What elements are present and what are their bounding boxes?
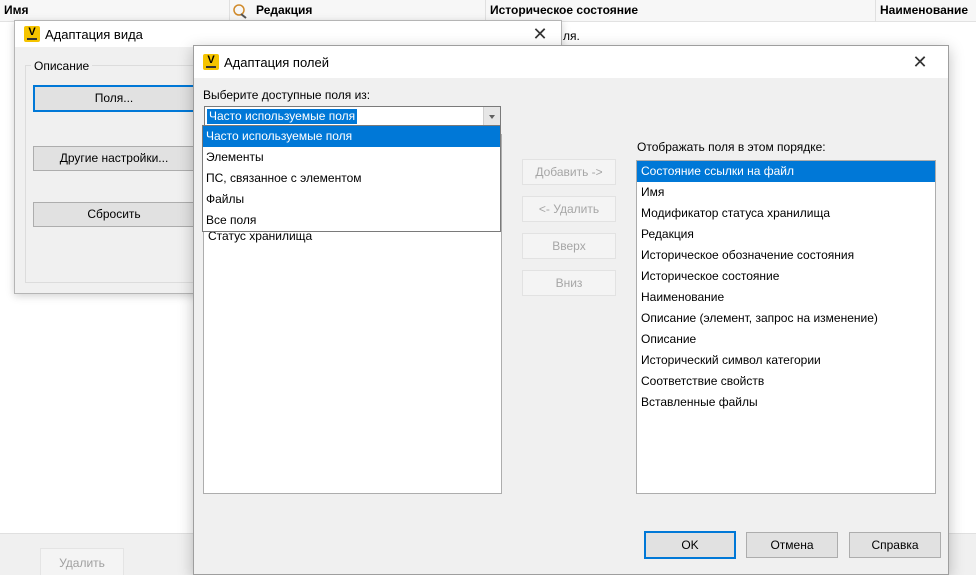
dropdown-option[interactable]: Файлы	[203, 189, 500, 210]
column-header-name[interactable]: Имя	[0, 0, 230, 22]
fields-dialog-title: Адаптация полей	[224, 55, 329, 70]
view-dialog-titlebar[interactable]: V Адаптация вида ✕	[15, 21, 561, 47]
fields-dialog-titlebar[interactable]: V Адаптация полей ✕	[194, 46, 948, 78]
background-delete-button[interactable]: Удалить	[40, 548, 124, 575]
move-up-button[interactable]: Вверх	[522, 233, 616, 259]
display-order-label: Отображать поля в этом порядке:	[637, 140, 826, 154]
dropdown-option[interactable]: Часто используемые поля	[203, 126, 500, 147]
list-item[interactable]: Описание (элемент, запрос на изменение)	[637, 308, 935, 329]
description-group-label: Описание	[31, 59, 93, 73]
list-item[interactable]: Имя	[637, 182, 935, 203]
background-row-text: ля.	[563, 29, 580, 43]
close-icon[interactable]: ✕	[912, 53, 928, 71]
list-item[interactable]: Состояние ссылки на файл	[637, 161, 935, 182]
column-header-historical-state[interactable]: Историческое состояние	[486, 0, 876, 22]
fields-button[interactable]: Поля...	[33, 85, 195, 112]
ok-button[interactable]: OK	[644, 531, 736, 559]
field-source-dropdown[interactable]: Часто используемые поля Элементы ПС, свя…	[202, 125, 501, 232]
app-logo-icon: V	[203, 54, 219, 70]
reset-button[interactable]: Сбросить	[33, 202, 195, 227]
other-settings-button[interactable]: Другие настройки...	[33, 146, 195, 171]
combo-selected-value: Часто используемые поля	[207, 109, 358, 124]
add-button[interactable]: Добавить ->	[522, 159, 616, 185]
help-button[interactable]: Справка	[849, 532, 941, 558]
list-item[interactable]: Историческое обозначение состояния	[637, 245, 935, 266]
list-item[interactable]: Историческое состояние	[637, 266, 935, 287]
dropdown-option[interactable]: Элементы	[203, 147, 500, 168]
dropdown-option[interactable]: Все поля	[203, 210, 500, 231]
column-header-revision[interactable]: Редакция	[252, 0, 486, 22]
remove-button[interactable]: <- Удалить	[522, 196, 616, 222]
list-item[interactable]: Вставленные файлы	[637, 392, 935, 413]
background-grid-header: Имя Редакция Историческое состояние Наим…	[0, 0, 976, 22]
list-item[interactable]: Наименование	[637, 287, 935, 308]
close-icon[interactable]: ✕	[532, 25, 548, 43]
move-down-button[interactable]: Вниз	[522, 270, 616, 296]
column-header-title[interactable]: Наименование	[876, 0, 976, 22]
app-logo-icon: V	[24, 26, 40, 42]
list-item[interactable]: Модификатор статуса хранилища	[637, 203, 935, 224]
list-item[interactable]: Редакция	[637, 224, 935, 245]
display-fields-list[interactable]: Состояние ссылки на файл Имя Модификатор…	[636, 160, 936, 494]
list-item[interactable]: Описание	[637, 329, 935, 350]
chevron-down-icon[interactable]	[483, 107, 500, 126]
list-item[interactable]: Соответствие свойств	[637, 371, 935, 392]
available-fields-label: Выберите доступные поля из:	[203, 88, 371, 102]
view-dialog-title: Адаптация вида	[45, 27, 143, 42]
edit-pencil-icon	[233, 4, 247, 19]
list-item[interactable]: Исторический символ категории	[637, 350, 935, 371]
cancel-button[interactable]: Отмена	[746, 532, 838, 558]
dropdown-option[interactable]: ПС, связанное с элементом	[203, 168, 500, 189]
field-source-combobox[interactable]: Часто используемые поля	[204, 106, 501, 127]
